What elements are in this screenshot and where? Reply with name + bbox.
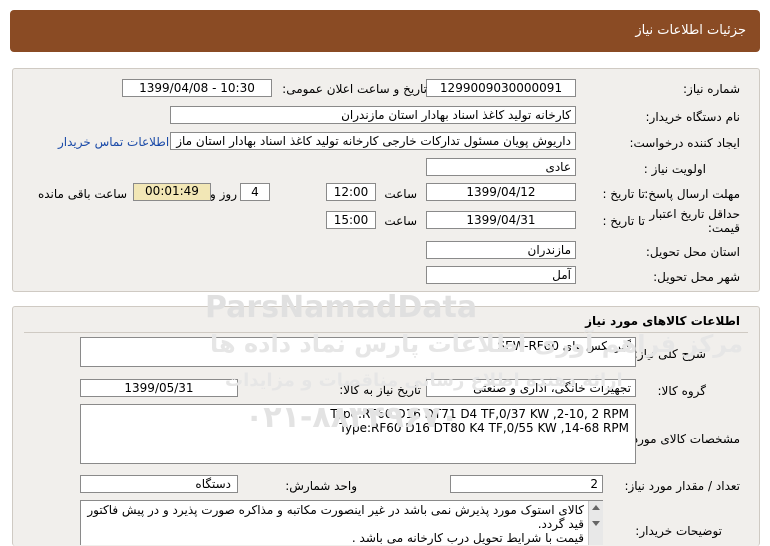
city-field: آمل xyxy=(426,266,576,284)
buyer-notes-label: توضیحات خریدار: xyxy=(635,524,722,538)
need-date-field: 1399/05/31 xyxy=(80,379,238,397)
group-field: تجهیزات خانگی، اداری و صنعتی xyxy=(426,379,636,397)
buyer-org-label: نام دستگاه خریدار: xyxy=(645,110,741,124)
unit-label: واحد شمارش: xyxy=(285,479,357,493)
buyer-notes-field[interactable]: کالای استوک مورد پذیرش نمی باشد در غیر ا… xyxy=(80,500,603,545)
page-title: جزئیات اطلاعات نیاز xyxy=(635,23,746,38)
priority-field: عادی xyxy=(426,158,576,176)
note-line-1: کالای استوک مورد پذیرش نمی باشد در غیر ا… xyxy=(87,503,584,517)
announce-label: تاریخ و ساعت اعلان عمومی: xyxy=(282,82,427,96)
deadline-time-field: 12:00 xyxy=(326,183,376,201)
need-number-field: 1299009030000091 xyxy=(426,79,576,97)
validity-label: حداقل تاریخ اعتبار قیمت: xyxy=(649,207,740,235)
day-and-label: روز و xyxy=(210,187,237,201)
notes-scrollbar[interactable] xyxy=(588,501,603,545)
summary-label: شرح کلی نیاز: xyxy=(633,347,706,361)
unit-field: دستگاه xyxy=(80,475,238,493)
province-field: مازندران xyxy=(426,241,576,259)
deadline-date-field: 1399/04/12 xyxy=(426,183,576,201)
group-label: گروه کالا: xyxy=(657,384,707,398)
days-field: 4 xyxy=(240,183,270,201)
validity-time-field: 15:00 xyxy=(326,211,376,229)
validity-time-label: ساعت xyxy=(384,214,417,228)
need-number-label: شماره نیاز: xyxy=(683,82,740,96)
priority-label: اولویت نیاز : xyxy=(643,162,706,176)
spec-line-2: Type:RF60 D16 DT80 K4 TF,0/55 KW ,14-68 … xyxy=(339,421,629,435)
goods-section-title: اطلاعات کالاهای مورد نیاز xyxy=(585,314,740,328)
specs-field: Type:RF60 D16 DT71 D4 TF,0/37 KW ,2-10, … xyxy=(80,404,636,464)
qty-value: 2 xyxy=(590,477,598,491)
note-line-3: قیمت با شرایط تحویل درب کارخانه می باشد … xyxy=(351,531,584,545)
city-label: شهر محل تحویل: xyxy=(653,270,740,284)
province-label: استان محل تحویل: xyxy=(645,245,740,259)
remaining-timer: 00:01:49 xyxy=(133,183,211,201)
validity-date-field: 1399/04/31 xyxy=(426,211,576,229)
note-line-2: قید گردد. xyxy=(537,517,584,531)
creator-label: ایجاد کننده درخواست: xyxy=(629,136,740,150)
deadline-time-label: ساعت xyxy=(384,187,417,201)
summary-field: گیر بکس های SEW-RF60 xyxy=(80,337,636,367)
remaining-label: ساعت باقی مانده xyxy=(37,187,127,201)
qty-field: 2 xyxy=(450,475,603,493)
validity-to-date-label: تا تاریخ : xyxy=(602,214,645,228)
qty-label: تعداد / مقدار مورد نیاز: xyxy=(624,479,740,493)
buyer-contact-link[interactable]: اطلاعات تماس خریدار xyxy=(58,135,169,149)
goods-divider xyxy=(24,332,748,333)
spec-line-1: Type:RF60 D16 DT71 D4 TF,0/37 KW ,2-10, … xyxy=(330,407,629,421)
buyer-org-field: کارخانه تولید کاغذ اسناد بهادار استان ما… xyxy=(170,106,576,124)
need-date-label: تاریخ نیاز به کالا: xyxy=(339,383,421,397)
deadline-label: مهلت ارسال پاسخ: xyxy=(644,187,740,201)
page-header: جزئیات اطلاعات نیاز xyxy=(10,10,760,52)
announce-field: 1399/04/08 - 10:30 xyxy=(122,79,272,97)
scroll-up-icon[interactable] xyxy=(592,505,600,510)
scroll-down-icon[interactable] xyxy=(592,521,600,526)
creator-field: داریوش پویان مسئول تدارکات خارجی کارخانه… xyxy=(170,132,576,150)
deadline-to-date-label: تا تاریخ : xyxy=(602,187,645,201)
